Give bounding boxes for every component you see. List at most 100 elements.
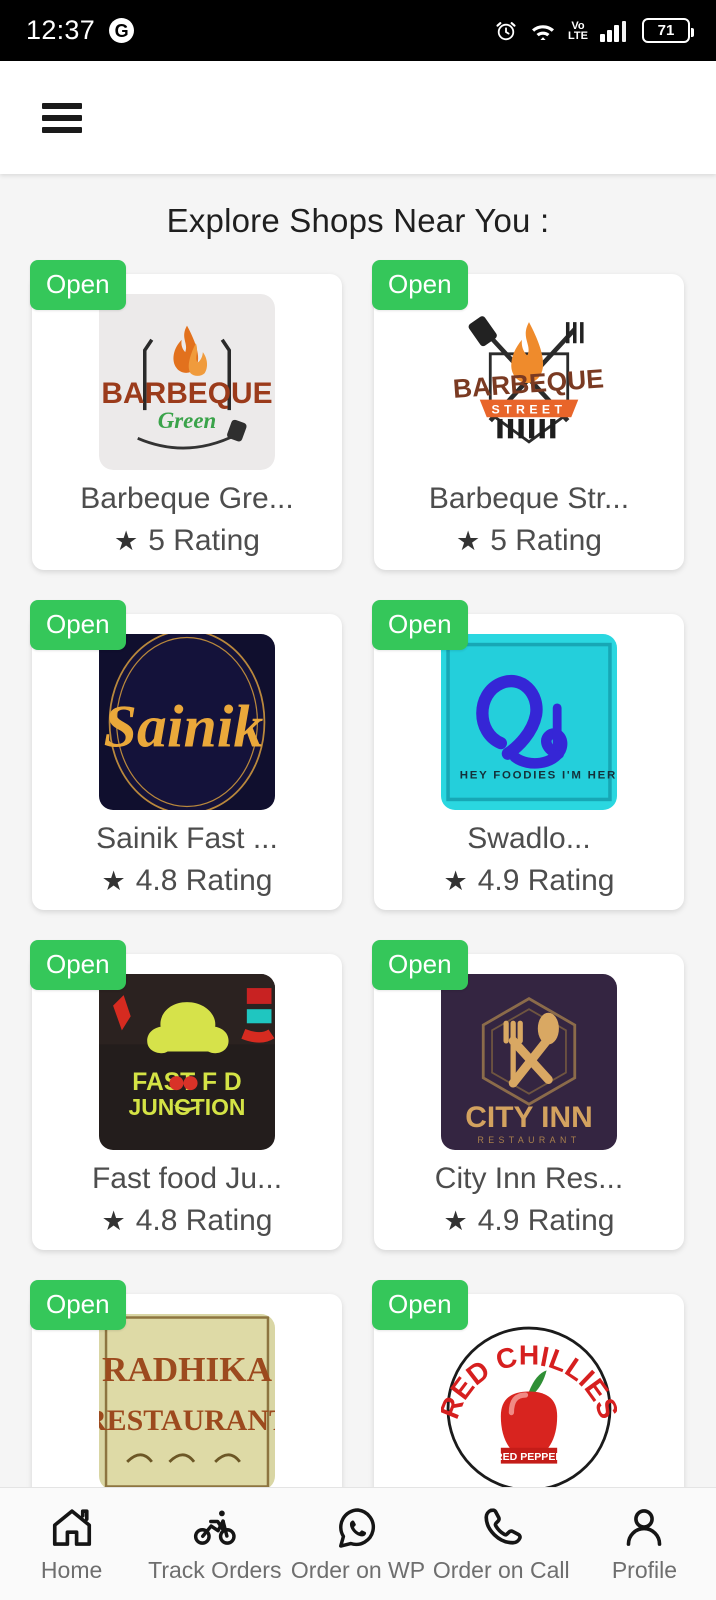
bicycle-icon [192,1505,238,1551]
star-icon: ★ [456,525,481,556]
nav-label: Order on WP [290,1556,426,1583]
nav-item-track-orders[interactable]: Track Orders [143,1505,286,1584]
svg-text:RADHIKA: RADHIKA [102,1350,273,1389]
shop-card[interactable]: Open BARBEQUE STREET Barbeque Str... ★ 5… [372,260,684,570]
star-icon: ★ [101,1205,126,1236]
whatsapp-icon [335,1505,381,1551]
google-notification-icon: G [109,18,135,43]
person-icon [621,1505,667,1551]
nav-item-home[interactable]: Home [0,1505,143,1584]
red-chillies-logo: RED CHILLIES RED PEPPER [441,1314,617,1487]
battery-level-text: 71 [657,22,675,39]
shop-logo: RADHIKA RESTAURANT [99,1314,275,1487]
nav-item-order-on-wp[interactable]: Order on WP [286,1505,429,1584]
volte-icon: Vo LTE [568,19,588,42]
status-bar-clock: 12:37 [26,15,96,45]
shops-grid: Open BARBEQUE Green Barbeque Gre... ★ 5 … [0,260,716,1487]
volte-bottom-text: LTE [568,29,588,42]
shop-card[interactable]: Open CITY INN RESTAURANT City Inn Res...… [372,940,684,1250]
svg-text:RESTAURANT: RESTAURANT [478,1135,581,1145]
star-icon: ★ [101,865,126,896]
status-badge: Open [372,260,468,310]
volte-top-text: Vo [571,19,585,32]
bottom-navigation-bar: Home Track Orders Order on WP Order on C… [0,1487,716,1600]
svg-text:Green: Green [158,408,216,433]
star-icon: ★ [114,525,139,556]
shop-logo: HEY FOODIES I'M HERE [441,634,617,810]
radhika-restaurant-logo: RADHIKA RESTAURANT [99,1314,275,1487]
shop-card[interactable]: Open RADHIKA RESTAURANT ★ [30,1280,342,1487]
shop-rating: ★ 4.8 Rating [102,864,273,898]
nav-label: Order on Call [432,1556,570,1583]
shop-name: Sainik Fast ... [96,822,278,855]
status-badge: Open [372,600,468,650]
svg-text:RED PEPPER: RED PEPPER [495,1451,563,1463]
rating-text: 4.8 Rating [135,864,273,897]
shop-card[interactable]: Open HEY FOODIES I'M HERE Swadlo... ★ 4.… [372,600,684,910]
shop-logo: FAST F D JUNCTION [99,974,275,1150]
svg-text:HEY FOODIES I'M HERE: HEY FOODIES I'M HERE [460,769,617,781]
star-icon: ★ [443,865,468,896]
shop-card[interactable]: Open RED CHILLIES RED PEPPER [372,1280,684,1487]
rating-text: 5 Rating [490,524,602,557]
wifi-icon [530,20,556,42]
home-icon [49,1505,95,1551]
shop-logo: BARBEQUE STREET [441,294,617,470]
nav-item-profile[interactable]: Profile [573,1505,716,1584]
hamburger-line [42,102,82,109]
phone-icon [478,1505,524,1551]
signal-icon [600,19,630,43]
status-badge: Open [30,1280,126,1330]
shop-logo: RED CHILLIES RED PEPPER [441,1314,617,1487]
shop-rating: ★ 5 Rating [114,524,260,558]
shop-name: Fast food Ju... [91,1162,283,1195]
shop-card[interactable]: Open BARBEQUE Green Barbeque Gre... ★ 5 … [30,260,342,570]
shop-name: Barbeque Str... [428,482,630,515]
status-badge: Open [30,600,126,650]
nav-label: Profile [611,1556,678,1583]
shop-logo: CITY INN RESTAURANT [441,974,617,1150]
shop-rating: ★ 4.9 Rating [444,864,615,898]
rating-text: 4.9 Rating [477,864,615,897]
shop-rating: ★ 4.9 Rating [444,1204,615,1238]
rating-text: 5 Rating [148,524,260,557]
shop-card[interactable]: Open FAST F D JUNCTION Fast food Ju... ★… [30,940,342,1250]
shop-rating: ★ 5 Rating [456,524,602,558]
status-bar-left: 12:37 G [26,15,135,46]
shop-name: Barbeque Gre... [80,482,294,515]
barbeque-green-logo: BARBEQUE Green [99,294,275,470]
shop-logo: BARBEQUE Green [99,294,275,470]
svg-text:BARBEQUE: BARBEQUE [101,377,272,410]
hamburger-line [42,126,82,133]
shop-card[interactable]: Open Sainik Sainik Fast ... ★ 4.8 Rating [30,600,342,910]
shop-logo: Sainik [99,634,275,810]
svg-text:RESTAURANT: RESTAURANT [99,1404,275,1437]
shop-name: Swadlo... [467,822,591,855]
alarm-icon [494,19,518,43]
status-badge: Open [30,260,126,310]
rating-text: 4.8 Rating [135,1204,273,1237]
city-inn-logo: CITY INN RESTAURANT [441,974,617,1150]
nav-label: Home [40,1556,103,1583]
sainik-logo: Sainik [99,634,275,810]
nav-label: Track Orders [148,1556,282,1583]
nav-item-order-on-call[interactable]: Order on Call [430,1505,573,1584]
app-bar [0,61,716,174]
barbeque-street-logo: BARBEQUE STREET [441,294,617,470]
status-bar-right: Vo LTE 71 [494,18,694,43]
star-icon: ★ [443,1205,468,1236]
shops-scroll-area[interactable]: Explore Shops Near You : Open BARBEQUE G… [0,174,716,1487]
shop-rating: ★ 4.8 Rating [102,1204,273,1238]
svg-text:STREET: STREET [492,403,567,417]
status-badge: Open [372,940,468,990]
status-badge: Open [372,1280,468,1330]
swadlo-logo: HEY FOODIES I'M HERE [441,634,617,810]
status-badge: Open [30,940,126,990]
shop-name: City Inn Res... [434,1162,624,1195]
status-bar: 12:37 G Vo LTE 71 [0,0,716,61]
hamburger-menu-icon[interactable] [42,102,82,133]
svg-text:JUNCTION: JUNCTION [129,1094,246,1120]
rating-text: 4.9 Rating [477,1204,615,1237]
app-screen: 12:37 G Vo LTE 71 Explore Shops Near You… [0,0,716,1600]
page-title: Explore Shops Near You : [166,202,550,239]
